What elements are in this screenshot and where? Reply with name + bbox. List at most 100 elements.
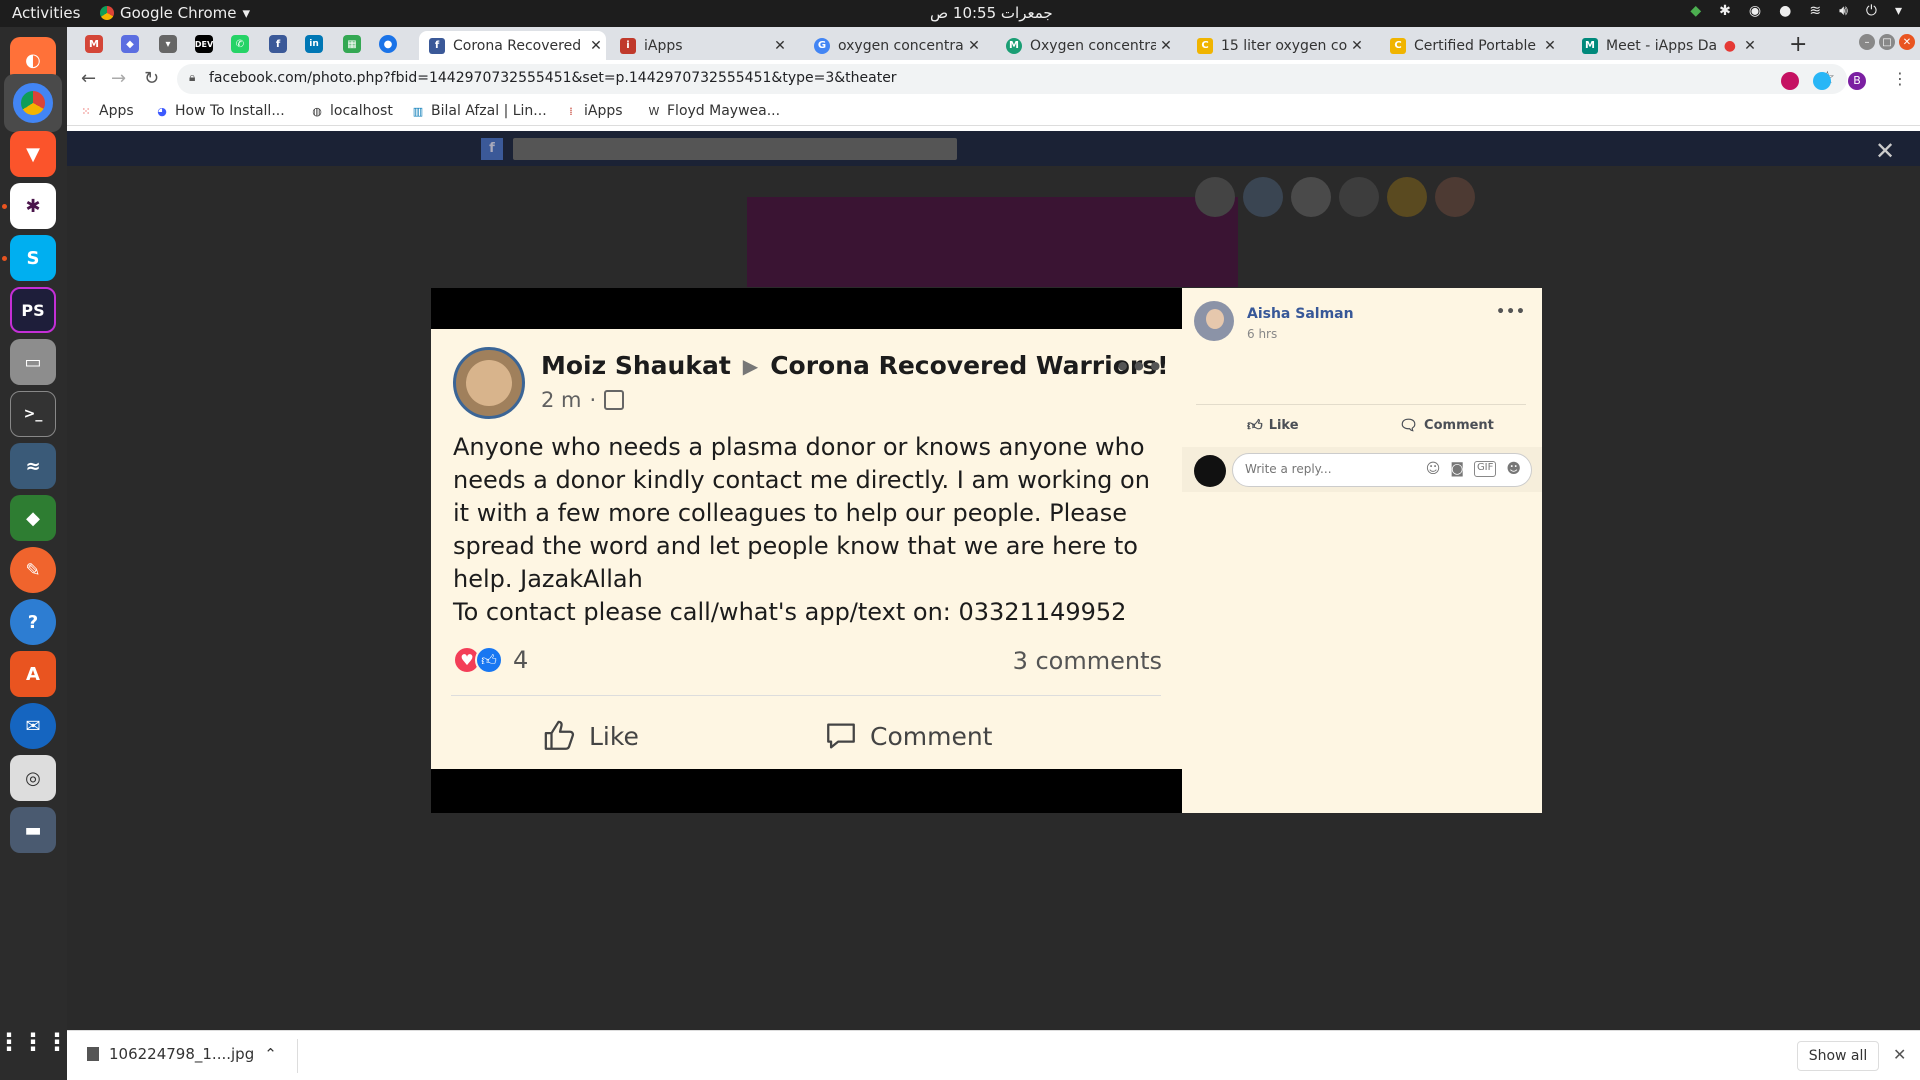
terminal-icon[interactable]: >_ bbox=[10, 391, 56, 437]
close-icon[interactable]: ✕ bbox=[770, 38, 790, 54]
close-icon[interactable]: ✕ bbox=[1347, 38, 1367, 54]
extension-icon[interactable] bbox=[1781, 72, 1799, 90]
address-bar[interactable]: 🔒︎ facebook.com/photo.php?fbid=144297073… bbox=[177, 64, 1847, 94]
window-close-button[interactable]: ✕ bbox=[1899, 34, 1915, 50]
power-icon[interactable]: ⏻ bbox=[1866, 3, 1877, 19]
robo3t-icon[interactable]: ◆ bbox=[10, 495, 56, 541]
reaction-count: 4 bbox=[513, 646, 529, 674]
lightbox-photo[interactable]: Moiz Shaukat ▶ Corona Recovered Warriors… bbox=[431, 288, 1182, 813]
facebook-icon: f bbox=[429, 37, 445, 54]
site-icon: M bbox=[1006, 37, 1022, 54]
poster-name[interactable]: Aisha Salman bbox=[1247, 306, 1354, 322]
chrome-dock-icon[interactable] bbox=[4, 74, 62, 132]
tab-oxygen-google[interactable]: G oxygen concentrat ✕ bbox=[804, 31, 984, 60]
post-timestamp[interactable]: 6 hrs bbox=[1247, 327, 1277, 341]
chrome-window: M ◆ ▾ DEV ✆ f in ▦ ● f Corona Recovered … bbox=[67, 27, 1920, 1030]
show-all-button[interactable]: Show all bbox=[1797, 1041, 1879, 1071]
activities-button[interactable]: Activities bbox=[12, 4, 80, 22]
sticker-icon[interactable]: ☻ bbox=[1506, 461, 1521, 477]
show-applications-icon[interactable]: ⋮⋮⋮ bbox=[0, 1019, 69, 1065]
close-icon[interactable]: ✕ bbox=[964, 38, 984, 54]
maximize-button[interactable]: □ bbox=[1879, 34, 1895, 50]
chevron-down-icon[interactable]: ▾ bbox=[1895, 3, 1902, 19]
postman-icon[interactable]: ✎ bbox=[10, 547, 56, 593]
bookmark-apps[interactable]: ⁙ Apps bbox=[79, 103, 133, 119]
clock[interactable]: جمعرات 10:55 ص bbox=[930, 4, 1053, 22]
bookmark-localhost[interactable]: ◍ localhost bbox=[310, 103, 393, 119]
more-options-icon: ••• bbox=[1114, 353, 1164, 381]
extension-icon[interactable] bbox=[1813, 72, 1831, 90]
gmail-pinned-tab[interactable]: M bbox=[85, 35, 103, 53]
close-icon[interactable]: ✕ bbox=[1540, 38, 1560, 54]
tab-corona-recovered[interactable]: f Corona Recovered ✕ bbox=[419, 31, 606, 60]
profile-avatar[interactable]: B bbox=[1848, 72, 1866, 90]
pinned-tab[interactable]: ◆ bbox=[121, 35, 139, 53]
pinned-tab[interactable]: ● bbox=[379, 35, 397, 53]
slack-tray-icon[interactable]: ✱ bbox=[1719, 3, 1731, 19]
iapps-icon: i bbox=[620, 37, 636, 54]
author-name: Moiz Shaukat bbox=[541, 351, 731, 380]
chrome-tray-icon[interactable]: ◉ bbox=[1749, 3, 1761, 19]
bookmark-how-to-install[interactable]: ◕ How To Install... bbox=[155, 103, 285, 119]
brave-icon[interactable]: ▼ bbox=[10, 131, 56, 177]
camera-icon[interactable]: ◙ bbox=[1450, 461, 1464, 477]
drive-icon[interactable]: ▬ bbox=[10, 807, 56, 853]
mysql-workbench-icon[interactable]: ≈ bbox=[10, 443, 56, 489]
skype-icon[interactable]: S bbox=[10, 235, 56, 281]
emoji-icon[interactable]: ☺ bbox=[1426, 461, 1441, 477]
lock-icon[interactable]: 🔒︎ bbox=[189, 70, 195, 85]
volume-icon[interactable]: 🔊︎ bbox=[1839, 3, 1848, 19]
close-icon[interactable]: ✕ bbox=[1740, 38, 1760, 54]
pocket-pinned-tab[interactable]: ▾ bbox=[159, 35, 177, 53]
linkedin-pinned-tab[interactable]: in bbox=[305, 35, 323, 53]
wifi-icon[interactable]: ≋ bbox=[1809, 3, 1821, 19]
dev-pinned-tab[interactable]: DEV bbox=[195, 35, 213, 53]
kebab-menu-icon[interactable]: ⋮ bbox=[1892, 69, 1908, 88]
bookmark-iapps[interactable]: ⁞ iApps bbox=[564, 103, 622, 119]
minimize-button[interactable]: – bbox=[1859, 34, 1875, 50]
close-icon[interactable]: ✕ bbox=[586, 38, 606, 54]
tab-title: Certified Portable bbox=[1414, 37, 1537, 54]
sheets-pinned-tab[interactable]: ▦ bbox=[343, 35, 361, 53]
phpstorm-icon[interactable]: PS bbox=[10, 287, 56, 333]
download-item[interactable]: 106224798_1....jpg ⌃ bbox=[87, 1045, 277, 1063]
facebook-pinned-tab[interactable]: f bbox=[269, 35, 287, 53]
tab-meet[interactable]: M Meet - iApps Da ● ✕ bbox=[1572, 31, 1760, 60]
browser-toolbar: ← → ↻ 🔒︎ facebook.com/photo.php?fbid=144… bbox=[67, 60, 1920, 98]
poster-avatar[interactable] bbox=[1194, 301, 1234, 341]
new-tab-button[interactable]: + bbox=[1789, 32, 1807, 57]
tab-oxygen-concentrator[interactable]: M Oxygen concentrat ✕ bbox=[996, 31, 1176, 60]
forward-button[interactable]: → bbox=[111, 68, 126, 89]
gif-icon[interactable]: GIF bbox=[1473, 461, 1497, 477]
system-tray[interactable]: ◆ ✱ ◉ ● ≋ 🔊︎ ⏻ ▾ bbox=[1690, 3, 1902, 19]
help-icon[interactable]: ? bbox=[10, 599, 56, 645]
like-button[interactable]: 👍︎ Like bbox=[1247, 416, 1299, 435]
divider bbox=[297, 1039, 298, 1073]
slack-icon[interactable]: ✱ bbox=[10, 183, 56, 229]
whatsapp-pinned-tab[interactable]: ✆ bbox=[231, 35, 249, 53]
chevron-up-icon[interactable]: ⌃ bbox=[264, 1045, 277, 1063]
bookmark-bilal-afzal[interactable]: ▥ Bilal Afzal | Lin... bbox=[411, 103, 547, 119]
back-button[interactable]: ← bbox=[81, 68, 96, 89]
reply-input[interactable] bbox=[1245, 462, 1405, 476]
more-options-icon[interactable]: ••• bbox=[1496, 304, 1526, 320]
thunderbird-icon[interactable]: ✉ bbox=[10, 703, 56, 749]
shield-icon[interactable]: ◆ bbox=[1690, 3, 1701, 19]
tab-iapps[interactable]: i iApps ✕ bbox=[610, 31, 790, 60]
close-shelf-button[interactable]: ✕ bbox=[1893, 1045, 1906, 1064]
tab-certified-portable[interactable]: C Certified Portable ✕ bbox=[1380, 31, 1560, 60]
comment-button[interactable]: 🗨︎ Comment bbox=[1399, 416, 1494, 434]
url-text: facebook.com/photo.php?fbid=144297073255… bbox=[209, 70, 897, 86]
reload-button[interactable]: ↻ bbox=[144, 68, 159, 89]
software-center-icon[interactable]: A bbox=[10, 651, 56, 697]
files-icon[interactable]: ▭ bbox=[10, 339, 56, 385]
rhythmbox-icon[interactable]: ◎ bbox=[10, 755, 56, 801]
close-lightbox-button[interactable]: ✕ bbox=[1875, 137, 1895, 165]
bookmark-floyd[interactable]: W Floyd Maywea... bbox=[647, 103, 781, 119]
close-icon[interactable]: ✕ bbox=[1156, 38, 1176, 54]
site-icon: C bbox=[1197, 37, 1213, 54]
app-menu[interactable]: Google Chrome ▾ bbox=[100, 4, 250, 22]
reply-box[interactable]: ☺ ◙ GIF ☻ bbox=[1232, 453, 1532, 487]
record-icon[interactable]: ● bbox=[1779, 3, 1791, 19]
tab-15-liter-oxygen[interactable]: C 15 liter oxygen con ✕ bbox=[1187, 31, 1367, 60]
